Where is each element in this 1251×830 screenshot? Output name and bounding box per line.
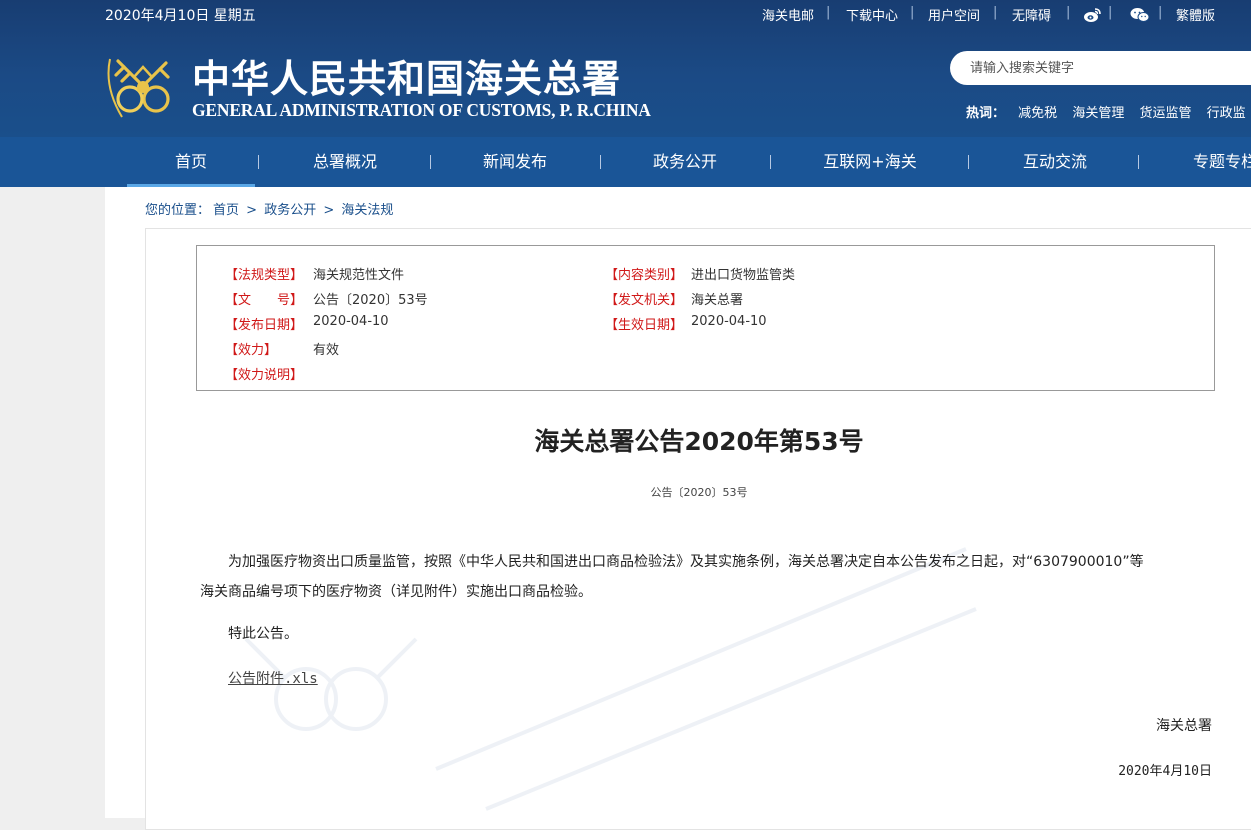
site-title: 中华人民共和国海关总署	[192, 56, 622, 101]
breadcrumb-government-affairs[interactable]: 政务公开	[264, 203, 316, 218]
hot-word-link[interactable]: 减免税	[1018, 106, 1057, 121]
hot-word-link[interactable]: 货运监管	[1139, 106, 1191, 121]
download-link[interactable]: 下载中心	[846, 5, 898, 24]
search-box	[950, 51, 1251, 85]
hot-words: 热词： 减免税 海关管理 货运监管 行政监	[966, 102, 1251, 121]
user-space-link[interactable]: 用户空间	[928, 5, 980, 24]
breadcrumb-separator: >	[323, 203, 335, 218]
current-date: 2020年4月10日 星期五	[105, 8, 256, 24]
breadcrumb-home[interactable]: 首页	[213, 203, 239, 218]
nav-interaction[interactable]: 互动交流	[1000, 137, 1110, 187]
article-sign-date: 2020年4月10日	[1118, 764, 1212, 779]
document-metadata: 【法规类型】 海关规范性文件 【文 号】 公告〔2020〕53号 【发布日期】 …	[196, 245, 1215, 391]
site-header: 2020年4月10日 星期五 海关电邮 | 下载中心 | 用户空间 | 无障碍 …	[0, 0, 1251, 137]
weibo-icon[interactable]	[1083, 7, 1101, 23]
nav-government-affairs[interactable]: 政务公开	[630, 137, 740, 187]
email-link[interactable]: 海关电邮	[762, 5, 814, 24]
nav-news[interactable]: 新闻发布	[460, 137, 570, 187]
nav-internet-customs[interactable]: 互联网+海关	[805, 137, 935, 187]
traditional-chinese-link[interactable]: 繁體版	[1176, 5, 1215, 24]
customs-emblem-icon[interactable]	[104, 47, 182, 125]
article-closing: 特此公告。	[228, 626, 298, 642]
article-body: 为加强医疗物资出口质量监管，按照《中华人民共和国进出口商品检验法》及其实施条例，…	[200, 547, 1150, 607]
main-nav: 首页 总署概况 新闻发布 政务公开 互联网+海关 互动交流 专题专栏	[0, 137, 1251, 187]
site-subtitle: GENERAL ADMINISTRATION OF CUSTOMS, P. R.…	[192, 100, 651, 120]
search-input[interactable]	[970, 58, 1230, 78]
wechat-icon[interactable]	[1130, 7, 1150, 23]
breadcrumb-prefix: 您的位置：	[145, 203, 211, 218]
nav-overview[interactable]: 总署概况	[290, 137, 400, 187]
breadcrumb: 您的位置： 首页 > 政务公开 > 海关法规	[145, 199, 396, 218]
attachment-link[interactable]: 公告附件.xls	[228, 668, 318, 688]
breadcrumb-regulations[interactable]: 海关法规	[341, 203, 393, 218]
nav-topics[interactable]: 专题专栏	[1170, 137, 1251, 187]
accessibility-link[interactable]: 无障碍	[1012, 5, 1051, 24]
article-signature: 海关总署	[1156, 718, 1212, 734]
article-number: 公告〔2020〕53号	[650, 486, 748, 499]
nav-home[interactable]: 首页	[127, 137, 255, 187]
breadcrumb-separator: >	[246, 203, 258, 218]
hot-word-link[interactable]: 行政监	[1207, 106, 1246, 121]
article: 【法规类型】 海关规范性文件 【文 号】 公告〔2020〕53号 【发布日期】 …	[145, 228, 1251, 830]
content-area: 您的位置： 首页 > 政务公开 > 海关法规 【法规类型】 海关规范性文件 【文 …	[105, 187, 1251, 830]
article-paragraph: 为加强医疗物资出口质量监管，按照《中华人民共和国进出口商品检验法》及其实施条例，…	[200, 554, 1144, 600]
hot-word-link[interactable]: 海关管理	[1072, 106, 1124, 121]
hot-words-label: 热词：	[966, 106, 1006, 121]
article-title: 海关总署公告2020年第53号	[534, 427, 864, 456]
